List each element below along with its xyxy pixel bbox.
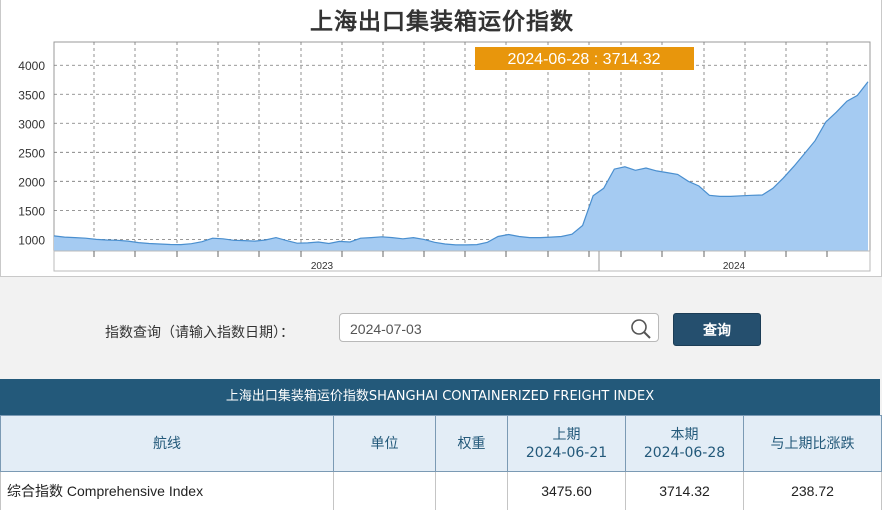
query-button[interactable]: 查询	[673, 313, 761, 346]
table-row: 综合指数 Comprehensive Index 3475.60 3714.32…	[1, 472, 882, 510]
cell-previous: 3475.60	[508, 472, 626, 510]
date-input[interactable]	[348, 317, 622, 340]
y-tick-label: 2000	[18, 175, 45, 189]
header-current-date: 2024-06-28	[627, 444, 742, 462]
header-unit: 单位	[334, 416, 436, 472]
cell-unit	[334, 472, 436, 510]
chart-panel: 上海出口集装箱运价指数 1000150020002500300035004000…	[0, 0, 882, 277]
header-previous: 上期 2024-06-21	[508, 416, 626, 472]
header-route: 航线	[1, 416, 334, 472]
date-field[interactable]	[339, 313, 659, 342]
x-axis-strip	[54, 251, 870, 271]
table-title: 上海出口集装箱运价指数SHANGHAI CONTAINERIZED FREIGH…	[0, 379, 880, 415]
y-tick-label: 3500	[18, 88, 45, 102]
y-tick-label: 2500	[18, 146, 45, 160]
header-current: 本期 2024-06-28	[626, 416, 744, 472]
y-tick-label: 1500	[18, 204, 45, 218]
cell-weight	[436, 472, 508, 510]
header-weight: 权重	[436, 416, 508, 472]
cell-change: 238.72	[744, 472, 882, 510]
y-tick-label: 3000	[18, 117, 45, 131]
x-axis-label: 2024	[723, 261, 746, 272]
header-current-label: 本期	[627, 426, 742, 444]
freight-index-table-panel: 上海出口集装箱运价指数SHANGHAI CONTAINERIZED FREIGH…	[0, 379, 882, 508]
query-label: 指数查询（请输入指数日期）：	[105, 322, 294, 342]
table-header-row: 航线 单位 权重 上期 2024-06-21 本期 2024-06-28 与上期…	[1, 416, 882, 472]
header-previous-label: 上期	[509, 426, 624, 444]
tooltip-text: 2024-06-28 : 3714.32	[507, 51, 660, 68]
cell-route: 综合指数 Comprehensive Index	[1, 472, 334, 510]
x-axis-label: 2023	[311, 261, 334, 272]
freight-index-chart: 1000 1500 2000 2500 3000 3500 4000 2023 2024 2024…	[1, 0, 881, 276]
header-change: 与上期比涨跌	[744, 416, 882, 472]
header-previous-date: 2024-06-21	[509, 444, 624, 462]
freight-index-table: 航线 单位 权重 上期 2024-06-21 本期 2024-06-28 与上期…	[0, 415, 882, 510]
cell-current: 3714.32	[626, 472, 744, 510]
query-row: 指数查询（请输入指数日期）： 查询	[0, 310, 882, 350]
y-tick-label: 1000	[18, 233, 45, 247]
y-tick-label: 4000	[18, 59, 45, 73]
search-icon[interactable]	[630, 318, 652, 340]
